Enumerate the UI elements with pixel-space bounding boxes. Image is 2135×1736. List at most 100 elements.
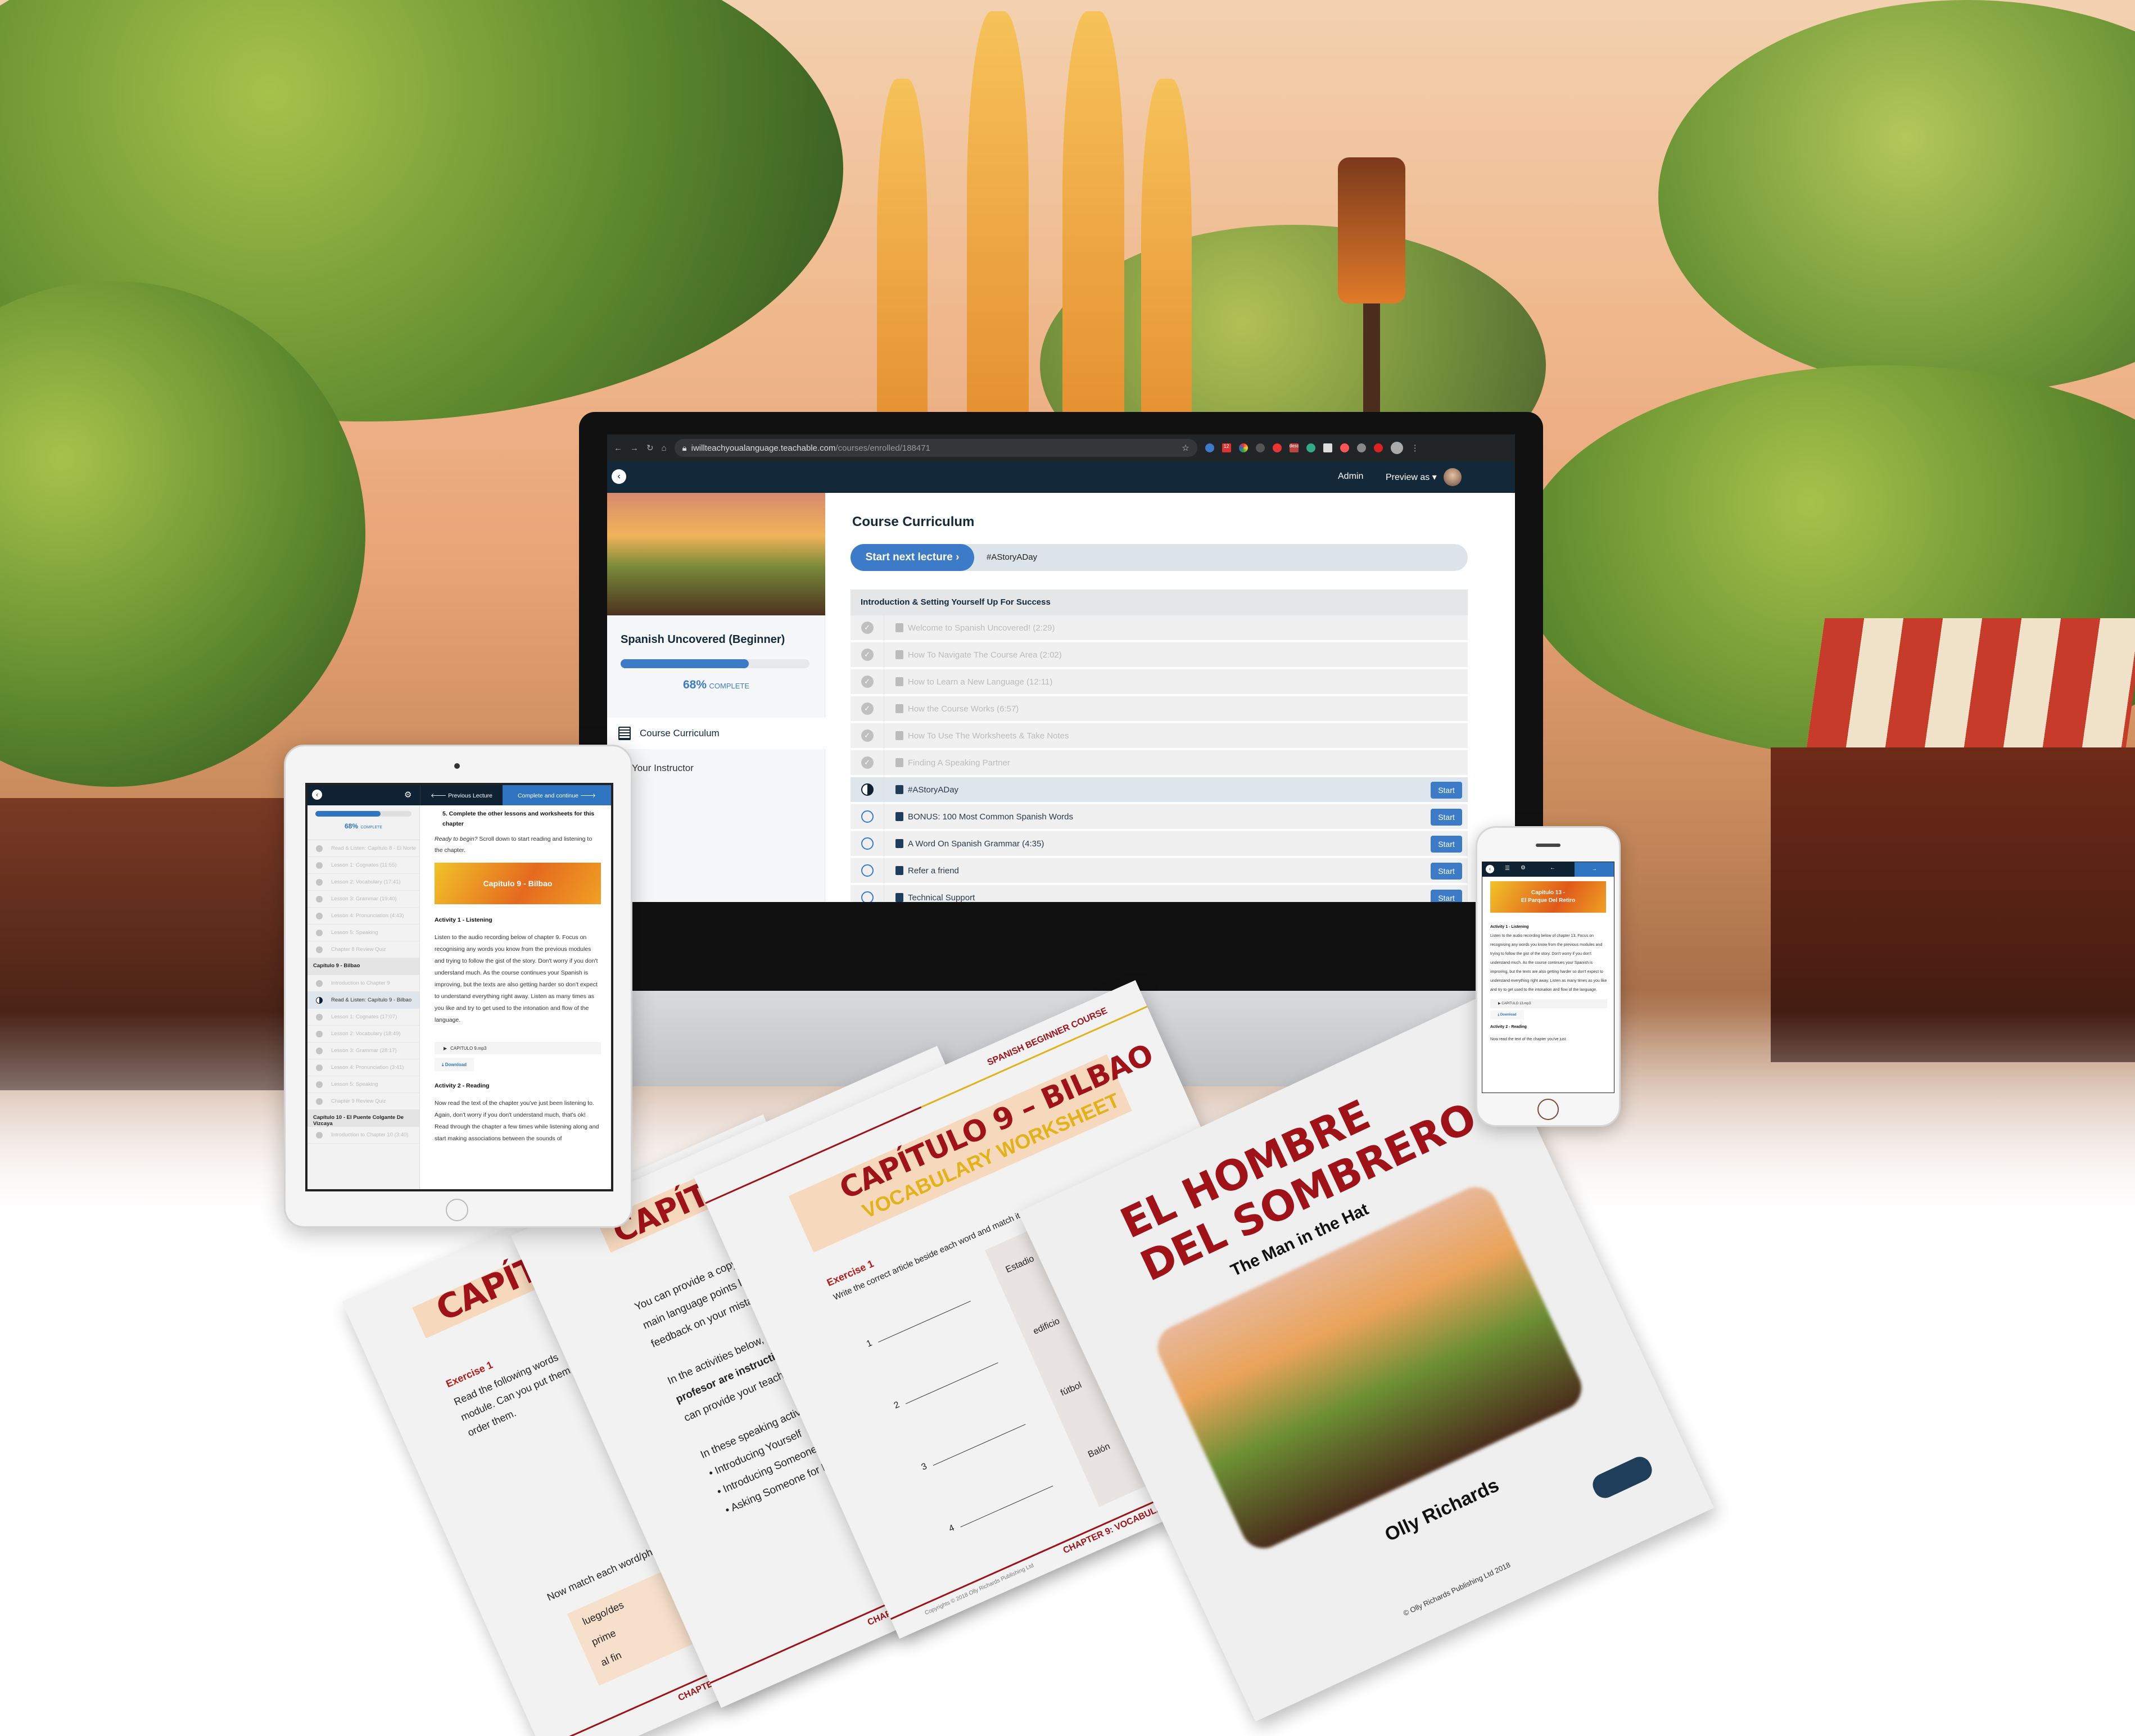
sidebar-lecture-item[interactable]: Chapter 8 Review Quiz: [307, 941, 419, 958]
lecture-row[interactable]: ✓ Finding A Speaking Partner: [851, 750, 1468, 776]
start-button[interactable]: Start: [1431, 890, 1462, 902]
sidebar-lecture-item[interactable]: Introduction to Chapter 10 (3:40): [307, 1127, 419, 1144]
extension-icon[interactable]: [1323, 443, 1332, 452]
check-circle-icon: [316, 1131, 323, 1139]
lecture-title: Refer a friend: [908, 865, 959, 876]
lecture-row[interactable]: #AStoryADay Start: [851, 777, 1468, 803]
extension-icon[interactable]: [1373, 443, 1383, 452]
lecture-row[interactable]: ✓ How To Navigate The Course Area (2:02): [851, 642, 1468, 668]
download-button[interactable]: ⤓ Download: [1490, 1010, 1524, 1019]
course-title: Spanish Uncovered (Beginner): [621, 633, 785, 646]
start-button[interactable]: Start: [1431, 863, 1462, 880]
sidebar-lecture-item[interactable]: Lesson 4: Pronunciation (4:43): [307, 908, 419, 924]
copyright-text: Copyrights © 2018 Olly Richards Publishi…: [924, 1562, 1035, 1617]
admin-link[interactable]: Admin: [1338, 472, 1363, 482]
back-icon[interactable]: ←: [614, 443, 622, 453]
extension-icon[interactable]: [1238, 443, 1248, 452]
bookmark-star-icon[interactable]: ☆: [1182, 443, 1189, 453]
lecture-title: Finding A Speaking Partner: [908, 758, 1010, 768]
sidebar-item-course-curriculum[interactable]: Course Curriculum: [607, 718, 825, 749]
extension-icon[interactable]: [1272, 443, 1282, 452]
sidebar-lecture-item[interactable]: Lesson 5: Speaking: [307, 924, 419, 941]
lecture-row[interactable]: ✓ How the Course Works (6:57): [851, 696, 1468, 722]
home-icon[interactable]: ⌂: [662, 443, 667, 453]
instruction-text: Read the following words module. Can you …: [452, 1351, 572, 1439]
lecture-content: 5. Complete the other lessons and worksh…: [422, 805, 611, 1189]
sidebar-lecture-item[interactable]: Lesson 1: Cognates (17:07): [307, 1009, 419, 1026]
extension-icon[interactable]: [1205, 443, 1214, 452]
start-button[interactable]: Start: [1431, 836, 1462, 853]
sidebar-lecture-item[interactable]: Chapter 9 Review Quiz: [307, 1093, 419, 1110]
play-icon[interactable]: ▶: [444, 1042, 447, 1054]
video-icon: [895, 677, 903, 686]
lecture-row[interactable]: ✓ How To Use The Worksheets & Take Notes: [851, 723, 1468, 749]
back-circle-icon[interactable]: ‹: [612, 469, 626, 484]
sidebar-lecture-item[interactable]: Introduction to Chapter 9: [307, 975, 419, 992]
address-bar[interactable]: 🔒︎ iwillteachyoualanguage.teachable.com/…: [674, 439, 1197, 457]
previous-lecture-button[interactable]: 🡐 Previous Lecture: [420, 785, 503, 805]
settings-gear-icon[interactable]: ⚙: [404, 790, 411, 800]
sidebar-lecture-item[interactable]: Lesson 5: Speaking: [307, 1076, 419, 1093]
home-button[interactable]: [1537, 1099, 1559, 1120]
sidebar-lecture-item[interactable]: Lesson 3: Grammar (19:40): [307, 891, 419, 908]
forward-icon[interactable]: →: [630, 443, 639, 453]
extension-icon[interactable]: [1356, 443, 1366, 452]
preview-as-dropdown[interactable]: Preview as ▾: [1386, 472, 1437, 483]
phone-screen: ‹ ☰ ⚙ ← → Capítulo 13 - El Parque Del Ret…: [1482, 862, 1614, 1093]
lecture-row[interactable]: ✓ Welcome to Spanish Uncovered! (2:29): [851, 615, 1468, 641]
lecture-row[interactable]: A Word On Spanish Grammar (4:35) Start: [851, 831, 1468, 857]
sidebar-lecture-item[interactable]: Read & Listen: Capítulo 9 - Bilbao: [307, 992, 419, 1009]
settings-gear-icon[interactable]: ⚙: [1521, 865, 1526, 871]
sidebar-item-your-instructor[interactable]: Your Instructor: [632, 763, 694, 774]
lecture-row[interactable]: ✓ How to Learn a New Language (12:11): [851, 669, 1468, 695]
check-circle-icon: [316, 929, 323, 936]
extension-icon[interactable]: [1340, 443, 1349, 452]
sidebar-lecture-item[interactable]: Read & Listen: Capítulo 8 - El Norte: [307, 840, 419, 857]
extension-icon[interactable]: [1306, 443, 1315, 452]
next-lecture-title[interactable]: #AStoryADay: [987, 552, 1037, 562]
lecture-row[interactable]: Refer a friend Start: [851, 858, 1468, 884]
course-sidebar: Spanish Uncovered (Beginner) 68% COMPLET…: [607, 493, 825, 902]
menu-kebab-icon[interactable]: ⋮: [1411, 443, 1419, 453]
document-icon: [895, 812, 903, 821]
lecture-title: Lesson 2: Vocabulary (18:49): [331, 1031, 401, 1037]
check-circle-icon: ✓: [861, 729, 874, 742]
check-circle-icon: [316, 1098, 323, 1105]
tablet-screen: ‹ ⚙ 🡐 Previous Lecture Complete and cont…: [305, 783, 613, 1191]
back-circle-icon[interactable]: ‹: [1486, 865, 1494, 873]
lecture-title: Chapter 9 Review Quiz: [331, 1098, 386, 1104]
section-header: Introduction & Setting Yourself Up For S…: [851, 590, 1468, 615]
sidebar-lecture-item[interactable]: Lesson 4: Pronunciation (3:41): [307, 1059, 419, 1076]
back-circle-icon[interactable]: ‹: [312, 790, 322, 800]
lecture-status: [851, 804, 884, 830]
iphone: ‹ ☰ ⚙ ← → Capítulo 13 - El Parque Del Ret…: [1476, 826, 1621, 1127]
sidebar-lecture-item[interactable]: Lesson 2: Vocabulary (18:49): [307, 1026, 419, 1042]
start-next-lecture-button[interactable]: Start next lecture ›: [851, 544, 974, 571]
profile-avatar[interactable]: [1390, 442, 1403, 454]
user-avatar[interactable]: [1444, 468, 1462, 486]
extension-badge-icon[interactable]: 12: [1222, 443, 1231, 452]
sidebar-lecture-item[interactable]: Lesson 1: Cognates (11:55): [307, 857, 419, 874]
sidebar-lecture-item[interactable]: Lesson 2: Vocabulary (17:41): [307, 874, 419, 891]
lecture-row[interactable]: BONUS: 100 Most Common Spanish Words Star…: [851, 804, 1468, 830]
download-button[interactable]: ⤓ Download: [435, 1058, 474, 1071]
previous-arrow-icon[interactable]: ←: [1550, 865, 1555, 871]
audio-player[interactable]: ▶ CAPITULO 9.mp3: [435, 1042, 601, 1054]
start-button[interactable]: Start: [1431, 809, 1462, 826]
audio-player[interactable]: ▶ CAPITULO 13.mp3: [1490, 999, 1607, 1008]
start-button[interactable]: Start: [1431, 782, 1462, 799]
lecture-row[interactable]: Technical Support Start: [851, 885, 1468, 902]
home-button[interactable]: [446, 1199, 468, 1221]
next-arrow-icon[interactable]: →: [1575, 862, 1614, 877]
extension-desc-icon[interactable]: desc: [1289, 443, 1299, 452]
sidebar-lecture-item[interactable]: Lesson 3: Grammar (28:17): [307, 1042, 419, 1059]
extension-icon[interactable]: [1255, 443, 1265, 452]
check-circle-icon: [316, 845, 323, 852]
browser-toolbar: ← → ↻ ⌂ 🔒︎ iwillteachyoualanguage.teacha…: [607, 434, 1515, 461]
phone-speaker: [1536, 844, 1560, 847]
video-icon: [895, 650, 903, 659]
activity-2-heading: Activity 2 - Reading: [1490, 1025, 1527, 1029]
list-icon[interactable]: ☰: [1505, 865, 1510, 872]
complete-and-continue-button[interactable]: Complete and continue 🡒: [503, 785, 611, 805]
reload-icon[interactable]: ↻: [646, 443, 654, 453]
